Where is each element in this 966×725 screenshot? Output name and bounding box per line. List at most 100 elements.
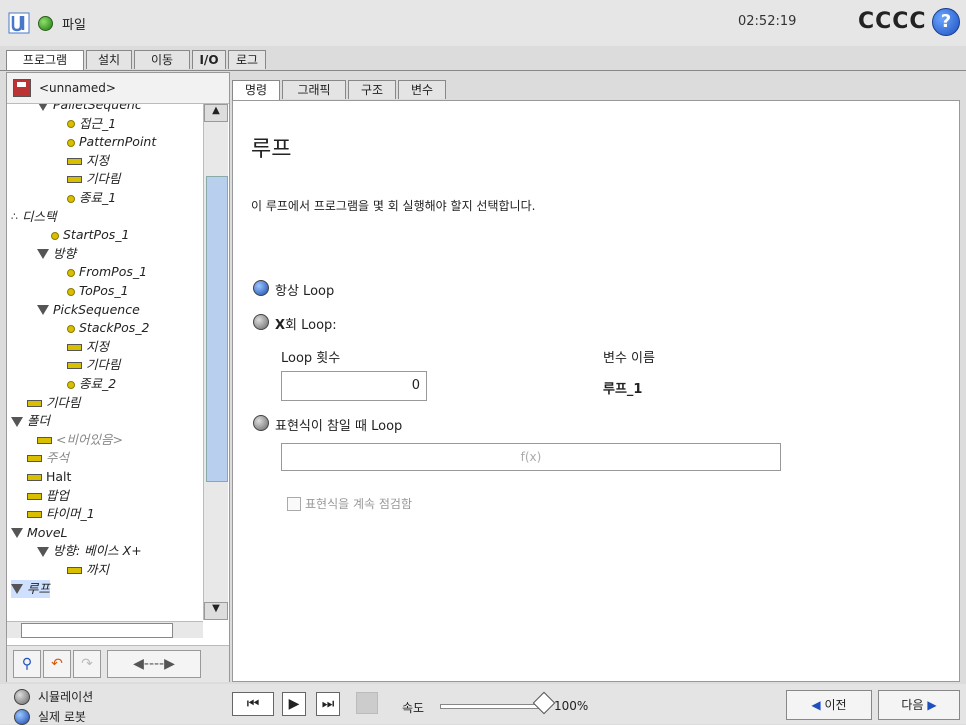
- help-button[interactable]: ?: [932, 8, 960, 36]
- save-icon[interactable]: [13, 79, 31, 97]
- tree-node[interactable]: 까지: [67, 561, 109, 579]
- tree-node[interactable]: 루프: [11, 579, 51, 598]
- tree-node[interactable]: 타이머_1: [27, 505, 95, 523]
- tree-node[interactable]: 지정: [67, 152, 109, 170]
- tree-node[interactable]: 방향: [37, 245, 76, 263]
- tree-node-label: StackPos_2: [79, 320, 150, 336]
- speed-label: 속도: [402, 701, 425, 715]
- tree-node[interactable]: 지정: [67, 338, 109, 356]
- real-robot-label: 실제 로봇: [38, 710, 86, 724]
- tree-node[interactable]: PatternPoint: [67, 133, 156, 151]
- waypoint-icon: [67, 194, 75, 203]
- tree-node[interactable]: 팝업: [27, 487, 69, 505]
- tree-node-label: 까지: [86, 562, 110, 577]
- radio-x-times-loop[interactable]: [253, 314, 269, 330]
- program-tree-panel: <unnamed> PalletSequenc 접근_1 PatternPoint 지…: [6, 72, 230, 682]
- cut-arrows-icon[interactable]: ◀----▶: [107, 650, 201, 678]
- tree-node-label: PalletSequenc: [53, 104, 142, 112]
- variable-name-label: 변수 이름: [603, 351, 655, 366]
- tab-io[interactable]: I/O: [192, 50, 226, 69]
- tree-node[interactable]: FromPos_1: [67, 263, 147, 281]
- tab-program[interactable]: 프로그램: [6, 50, 84, 71]
- waypoint-icon: [67, 287, 75, 296]
- expand-icon: [37, 546, 49, 557]
- radio-simulation[interactable]: [14, 689, 30, 705]
- stop-icon[interactable]: [356, 692, 378, 714]
- command-icon: [27, 511, 42, 519]
- prev-button[interactable]: ◀ 이전: [786, 690, 872, 720]
- expand-icon: [37, 104, 49, 111]
- waypoint-icon: [67, 268, 75, 277]
- tree-node[interactable]: 방향: 베이스 X+: [37, 542, 142, 560]
- tree-node[interactable]: ∴ 디스택: [11, 208, 57, 226]
- expand-icon: [11, 528, 23, 539]
- tree-toolbar: ⚲ ↶ ↷ ◀----▶: [7, 645, 229, 682]
- scroll-thumb[interactable]: [206, 176, 228, 482]
- rewind-icon[interactable]: ⏮: [232, 692, 274, 716]
- speed-slider[interactable]: [440, 704, 544, 709]
- program-name: <unnamed>: [39, 81, 116, 95]
- command-icon: [67, 362, 82, 370]
- simulation-label: 시뮬레이션: [38, 690, 94, 704]
- tree-node[interactable]: PalletSequenc: [37, 104, 142, 114]
- command-icon: [27, 474, 42, 481]
- tree-node[interactable]: MoveL: [11, 524, 68, 542]
- radio-always-loop[interactable]: [253, 280, 269, 296]
- tree-node[interactable]: 폴더: [11, 412, 50, 430]
- command-icon: [27, 492, 42, 500]
- tab-variables[interactable]: 변수: [398, 80, 446, 99]
- scroll-up-icon[interactable]: ▲: [204, 104, 228, 122]
- tree-node[interactable]: 기다림: [67, 170, 121, 188]
- tree-node[interactable]: ToPos_1: [67, 282, 129, 300]
- tree-node[interactable]: 접근_1: [67, 115, 116, 133]
- tree-node-label: ToPos_1: [79, 283, 129, 298]
- tree-node[interactable]: 종료_1: [67, 189, 116, 207]
- expand-icon: [11, 416, 23, 427]
- speed-value: 100%: [554, 699, 589, 713]
- tree-node[interactable]: PickSequence: [37, 301, 140, 319]
- program-header: <unnamed>: [7, 73, 229, 104]
- redo-icon[interactable]: ↷: [73, 650, 101, 678]
- tree-vertical-scrollbar[interactable]: ▲ ▼: [203, 104, 228, 620]
- tree-node[interactable]: StackPos_2: [67, 319, 150, 337]
- tree-node[interactable]: StartPos_1: [51, 226, 129, 244]
- tree-node-label: <비어있음>: [56, 431, 123, 447]
- tree-node-label: 방향: [53, 245, 77, 261]
- expand-icon: [37, 249, 49, 260]
- step-icon[interactable]: ⏭: [316, 692, 340, 716]
- tree-node-label: 종료_1: [79, 190, 117, 205]
- label-x-prefix: X: [275, 318, 286, 333]
- tab-move[interactable]: 이동: [134, 50, 190, 69]
- check-expression-checkbox[interactable]: [287, 497, 301, 511]
- tab-installation[interactable]: 설치: [86, 50, 132, 69]
- radio-real-robot[interactable]: [14, 709, 30, 725]
- next-label: 다음: [901, 698, 924, 712]
- scroll-thumb-horizontal[interactable]: [21, 623, 173, 638]
- pallet-icon: ∴: [11, 210, 18, 224]
- command-icon: [67, 343, 82, 351]
- title-bar: [0, 0, 966, 46]
- search-icon[interactable]: ⚲: [13, 650, 41, 678]
- play-icon[interactable]: ▶: [282, 692, 306, 716]
- label-x-times-loop: X회 Loop:: [275, 314, 337, 333]
- scroll-down-icon[interactable]: ▼: [204, 602, 228, 620]
- file-menu[interactable]: 파일: [62, 14, 86, 33]
- tab-command[interactable]: 명령: [232, 80, 280, 101]
- tree-node[interactable]: 종료_2: [67, 375, 116, 393]
- tree-node[interactable]: 기다림: [67, 356, 121, 374]
- tree-node-label: 주석: [46, 450, 70, 466]
- tree-node[interactable]: <비어있음>: [37, 431, 123, 449]
- tab-graphics[interactable]: 그래픽: [282, 80, 346, 99]
- tree-horizontal-scrollbar[interactable]: [7, 621, 203, 638]
- tab-structure[interactable]: 구조: [348, 80, 396, 99]
- tree-node[interactable]: 주석: [27, 449, 69, 467]
- tree-node-label: 기다림: [46, 394, 81, 410]
- loop-count-input[interactable]: 0: [281, 371, 427, 401]
- undo-icon[interactable]: ↶: [43, 650, 71, 678]
- tree-node[interactable]: Halt: [27, 468, 71, 486]
- next-button[interactable]: 다음 ▶: [878, 690, 960, 720]
- tree-node[interactable]: 기다림: [27, 394, 81, 412]
- tab-log[interactable]: 로그: [228, 50, 266, 69]
- radio-expression-loop[interactable]: [253, 415, 269, 431]
- expression-input[interactable]: f(x): [281, 443, 781, 471]
